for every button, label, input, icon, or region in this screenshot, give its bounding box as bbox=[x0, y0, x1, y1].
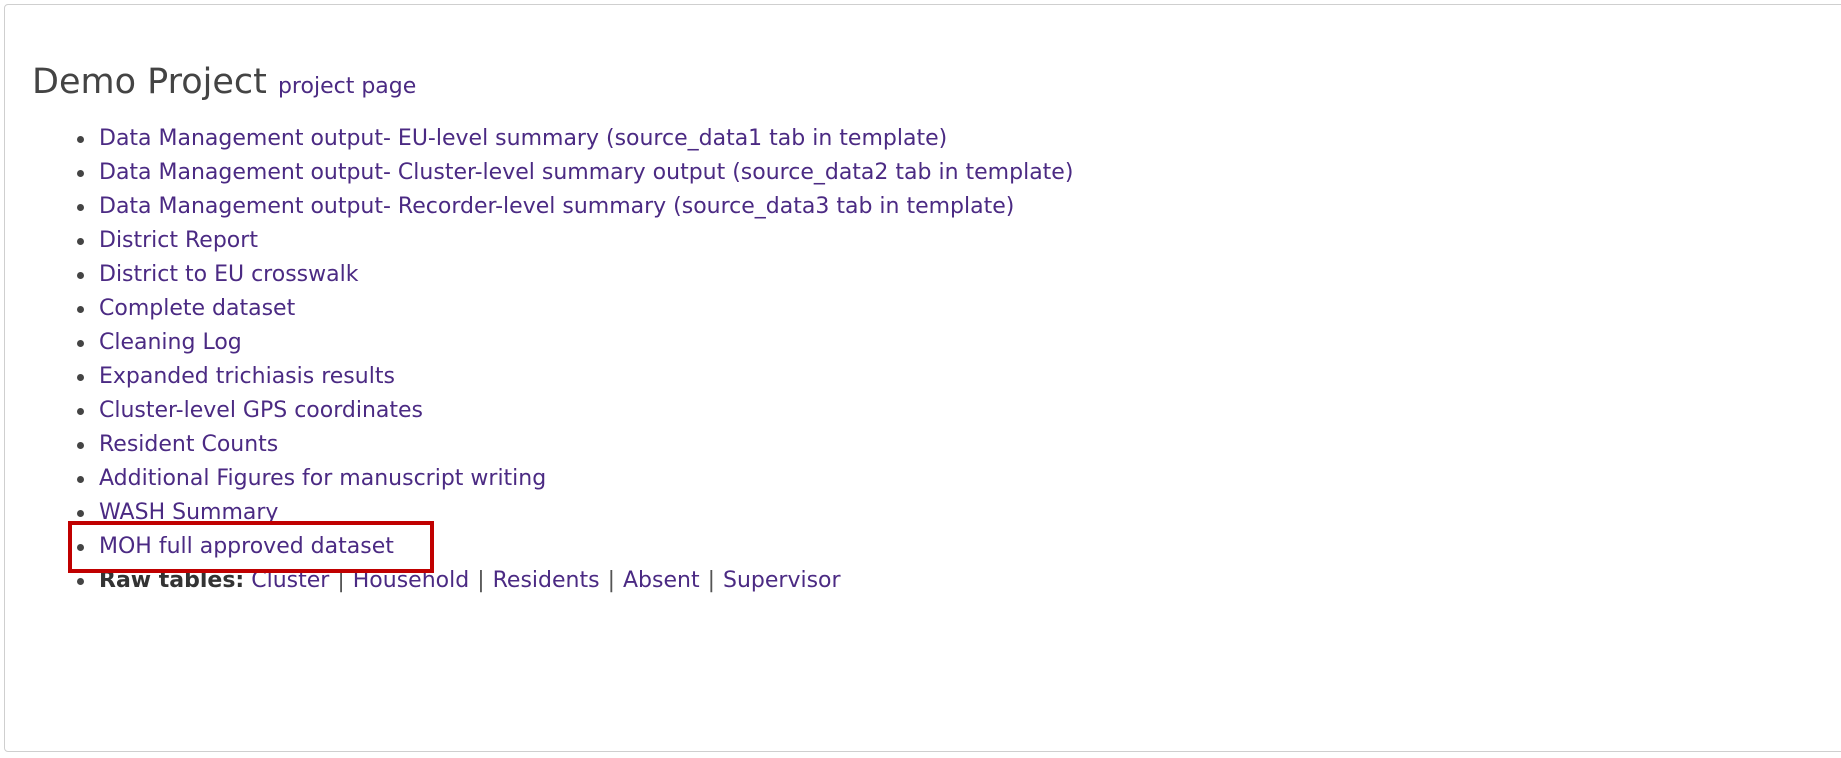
list-item: Data Management output- EU-level summary… bbox=[75, 122, 1073, 156]
cluster-gps-link[interactable]: Cluster-level GPS coordinates bbox=[99, 398, 423, 423]
raw-table-residents-link[interactable]: Residents bbox=[493, 568, 600, 593]
separator: | bbox=[607, 568, 615, 593]
project-page-link[interactable]: project page bbox=[278, 74, 416, 99]
list-item: Cleaning Log bbox=[75, 326, 1073, 360]
list-item: District to EU crosswalk bbox=[75, 258, 1073, 292]
list-item: District Report bbox=[75, 224, 1073, 258]
list-item: MOH full approved dataset bbox=[75, 530, 1073, 564]
raw-table-household-link[interactable]: Household bbox=[353, 568, 469, 593]
additional-figures-link[interactable]: Additional Figures for manuscript writin… bbox=[99, 466, 546, 491]
list-item: Data Management output- Cluster-level su… bbox=[75, 156, 1073, 190]
district-report-link[interactable]: District Report bbox=[99, 228, 258, 253]
list-item: Complete dataset bbox=[75, 292, 1073, 326]
moh-approved-dataset-link[interactable]: MOH full approved dataset bbox=[99, 534, 394, 559]
recorder-level-summary-link[interactable]: Data Management output- Recorder-level s… bbox=[99, 194, 1014, 219]
output-links-list: Data Management output- EU-level summary… bbox=[75, 122, 1073, 598]
page-header: Demo Project project page bbox=[32, 62, 416, 102]
list-item: Expanded trichiasis results bbox=[75, 360, 1073, 394]
raw-tables-item: Raw tables: Cluster | Household | Residents |… bbox=[75, 564, 1073, 598]
cluster-level-summary-link[interactable]: Data Management output- Cluster-level su… bbox=[99, 160, 1073, 185]
list-item: Data Management output- Recorder-level s… bbox=[75, 190, 1073, 224]
raw-tables-label: Raw tables: bbox=[99, 568, 245, 593]
list-item: Cluster-level GPS coordinates bbox=[75, 394, 1073, 428]
list-item: Resident Counts bbox=[75, 428, 1073, 462]
raw-table-cluster-link[interactable]: Cluster bbox=[251, 568, 329, 593]
list-item: Additional Figures for manuscript writin… bbox=[75, 462, 1073, 496]
separator: | bbox=[337, 568, 345, 593]
list-item: WASH Summary bbox=[75, 496, 1073, 530]
wash-summary-link[interactable]: WASH Summary bbox=[99, 500, 278, 525]
separator: | bbox=[477, 568, 485, 593]
resident-counts-link[interactable]: Resident Counts bbox=[99, 432, 278, 457]
separator: | bbox=[707, 568, 715, 593]
raw-table-absent-link[interactable]: Absent bbox=[623, 568, 700, 593]
district-eu-crosswalk-link[interactable]: District to EU crosswalk bbox=[99, 262, 358, 287]
page-title: Demo Project bbox=[32, 62, 267, 102]
cleaning-log-link[interactable]: Cleaning Log bbox=[99, 330, 242, 355]
expanded-trichiasis-link[interactable]: Expanded trichiasis results bbox=[99, 364, 395, 389]
eu-level-summary-link[interactable]: Data Management output- EU-level summary… bbox=[99, 126, 947, 151]
complete-dataset-link[interactable]: Complete dataset bbox=[99, 296, 295, 321]
raw-table-supervisor-link[interactable]: Supervisor bbox=[723, 568, 841, 593]
